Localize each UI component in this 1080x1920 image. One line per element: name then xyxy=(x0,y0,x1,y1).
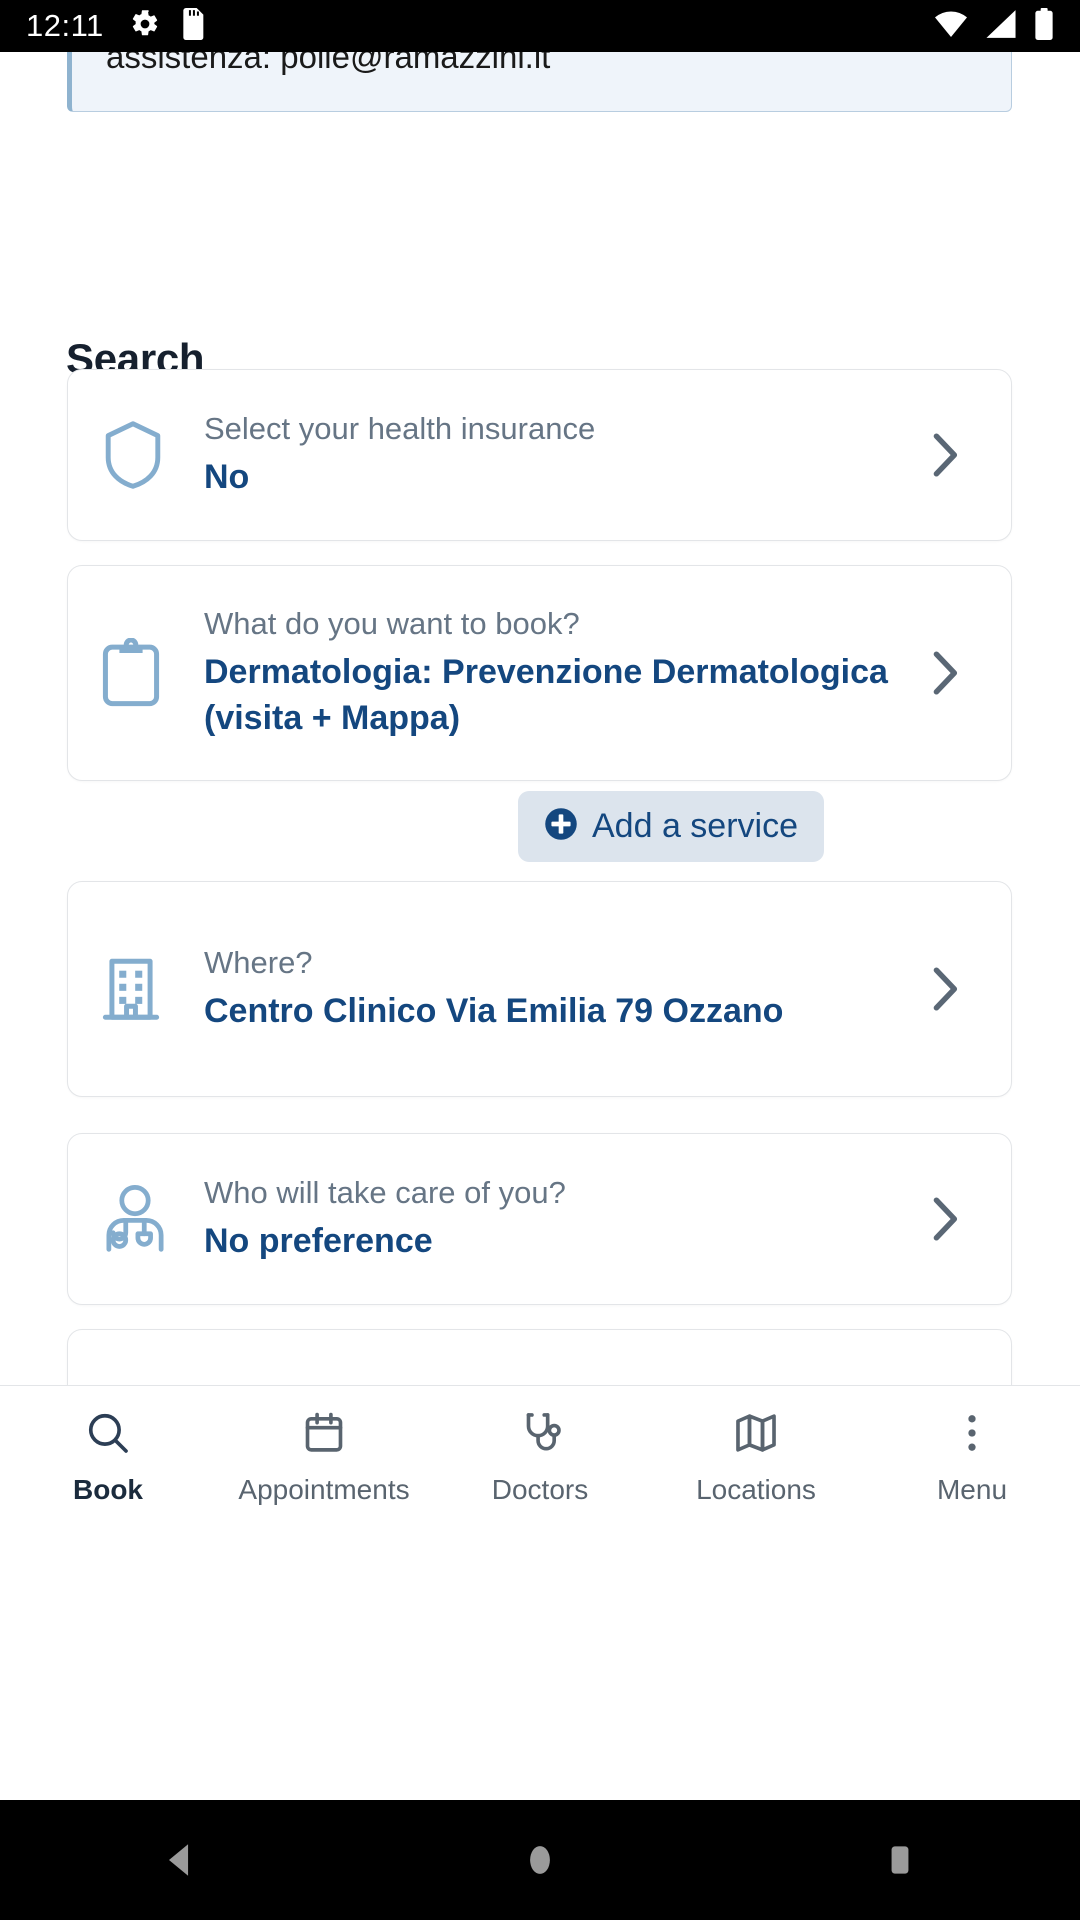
card-select-insurance[interactable]: Select your health insurance No xyxy=(67,369,1012,541)
shield-icon xyxy=(102,420,194,490)
gear-icon xyxy=(130,9,160,44)
nav-item-locations[interactable]: Locations xyxy=(648,1386,864,1530)
card-select-location[interactable]: Where? Centro Clinico Via Emilia 79 Ozza… xyxy=(67,881,1012,1097)
nav-item-appointments[interactable]: Appointments xyxy=(216,1386,432,1530)
add-service-label: Add a service xyxy=(592,807,798,845)
overflow-dots-icon xyxy=(949,1410,995,1461)
nav-item-doctors[interactable]: Doctors xyxy=(432,1386,648,1530)
bottom-navigation-bar: Book Appointments Doctors Locations Menu xyxy=(0,1385,1080,1530)
assistance-info-box: assistenza: polie@ramazzini.it xyxy=(67,52,1012,112)
card-label: Where? xyxy=(204,944,313,980)
nav-label: Appointments xyxy=(238,1474,410,1505)
card-select-service[interactable]: What do you want to book? Dermatologia: … xyxy=(67,565,1012,781)
chevron-right-icon[interactable] xyxy=(915,1196,977,1242)
add-service-button[interactable]: Add a service xyxy=(518,791,824,862)
search-icon xyxy=(85,1410,131,1461)
stethoscope-icon xyxy=(517,1410,563,1461)
chevron-right-icon[interactable] xyxy=(915,966,977,1012)
status-bar: 12:11 xyxy=(0,0,1080,52)
card-value: Centro Clinico Via Emilia 79 Ozzano xyxy=(204,992,784,1031)
sd-card-icon xyxy=(182,7,206,45)
back-icon[interactable] xyxy=(0,1838,360,1882)
nav-label: Book xyxy=(73,1474,143,1505)
chevron-right-icon[interactable] xyxy=(915,432,977,478)
card-text-block: Where? Centro Clinico Via Emilia 79 Ozza… xyxy=(194,943,915,1036)
status-clock: 12:11 xyxy=(26,8,104,43)
android-navigation-bar xyxy=(0,1800,1080,1920)
clipboard-icon xyxy=(102,638,194,708)
card-value: No preference xyxy=(204,1222,433,1261)
card-select-doctor[interactable]: Who will take care of you? No preference xyxy=(67,1133,1012,1305)
card-label: What do you want to book? xyxy=(204,605,580,641)
status-left-icons xyxy=(130,7,206,45)
nav-item-book[interactable]: Book xyxy=(0,1386,216,1530)
nav-label: Menu xyxy=(936,1474,1008,1505)
card-text-block: Who will take care of you? No preference xyxy=(194,1173,915,1266)
status-right-icons xyxy=(934,7,1054,45)
assistance-info-text: assistenza: polie@ramazzini.it xyxy=(106,52,551,75)
circle-plus-icon xyxy=(544,807,578,846)
card-value: Dermatologia: Prevenzione Dermatologica … xyxy=(204,653,888,738)
calendar-icon xyxy=(301,1410,347,1461)
building-icon xyxy=(102,955,194,1023)
nav-item-menu[interactable]: Menu xyxy=(864,1386,1080,1530)
map-icon xyxy=(733,1410,779,1461)
card-label: Select your health insurance xyxy=(204,410,596,446)
cellular-signal-icon xyxy=(985,9,1017,43)
card-label: Who will take care of you? xyxy=(204,1174,566,1210)
card-value: No xyxy=(204,458,250,497)
battery-icon xyxy=(1034,7,1054,45)
card-text-block: What do you want to book? Dermatologia: … xyxy=(194,604,915,742)
app-scroll-area[interactable]: assistenza: polie@ramazzini.it Search Se… xyxy=(0,52,1080,1630)
nav-label: Locations xyxy=(696,1474,816,1505)
recents-icon[interactable] xyxy=(720,1838,1080,1882)
card-text-block: Select your health insurance No xyxy=(194,409,915,502)
chevron-right-icon[interactable] xyxy=(915,650,977,696)
home-icon[interactable] xyxy=(360,1838,720,1882)
wifi-icon xyxy=(934,10,968,42)
nav-label: Doctors xyxy=(491,1474,589,1505)
doctor-icon xyxy=(102,1184,194,1254)
